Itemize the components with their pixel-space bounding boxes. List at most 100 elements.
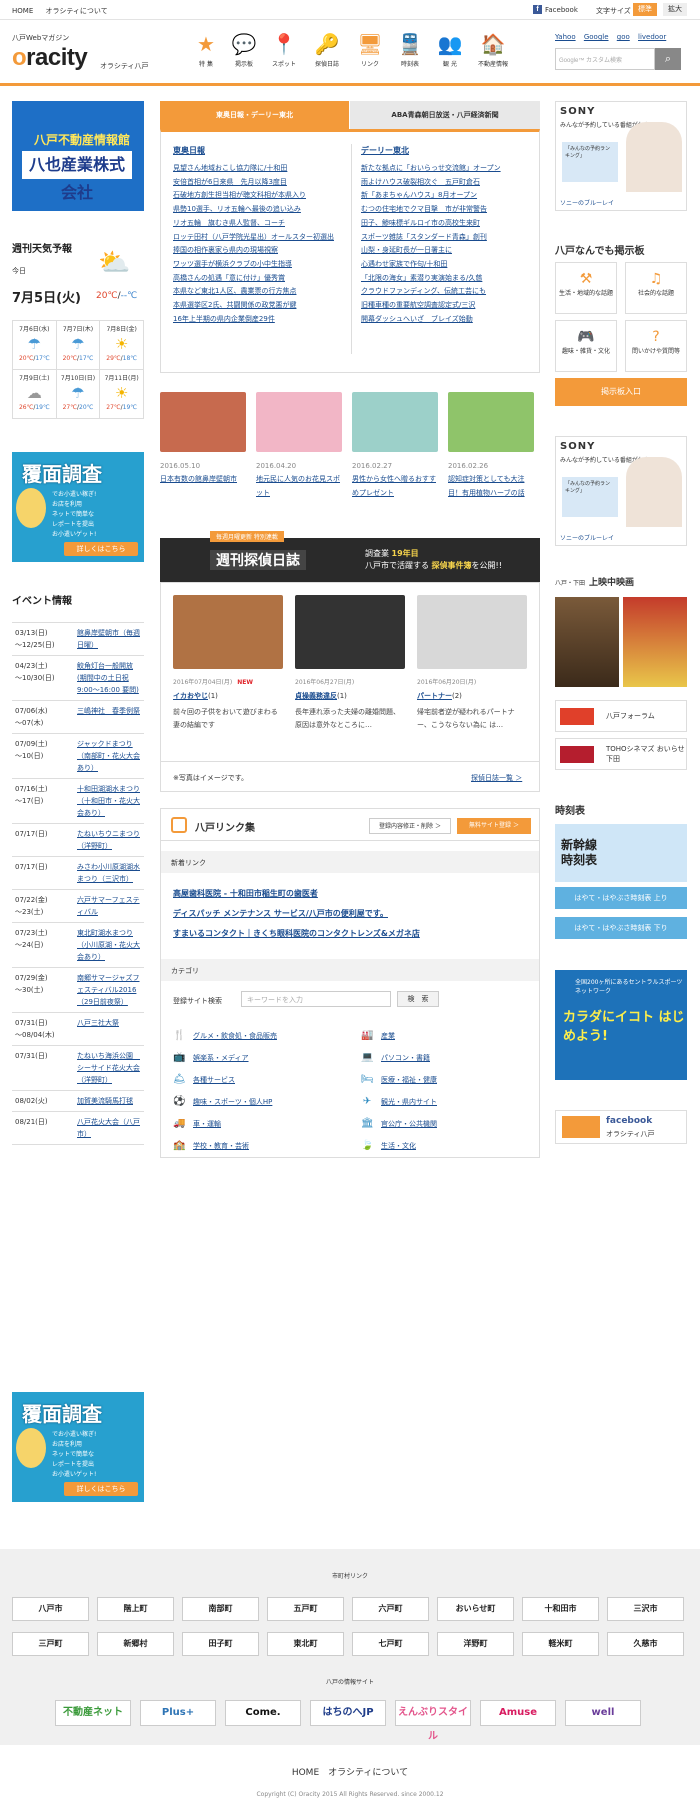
category-item[interactable]: 🛏 医療・福祉・健康 <box>361 1074 437 1085</box>
category-item[interactable]: 💻 パソコン・書籍 <box>361 1052 430 1063</box>
nav-tourism[interactable]: 👥 観 光 <box>431 31 469 68</box>
nav-detective[interactable]: 🔑 探偵日誌 <box>308 31 346 68</box>
event-link[interactable]: たねいちウニまつり（洋野町） <box>77 830 140 850</box>
event-link[interactable]: 加賀美流騎馬打毬 <box>77 1097 133 1105</box>
news-link[interactable]: 旧種車種の重要航空調査認定式/三沢 <box>361 299 531 313</box>
theater-toho[interactable]: TOHOシネマズ おいらせ下田 <box>555 738 687 770</box>
category-item[interactable]: ✈ 観光・県内サイト <box>361 1096 437 1107</box>
category-link[interactable]: グルメ・飲食処・食品販売 <box>193 1031 277 1041</box>
nav-bbs[interactable]: 💬 掲示板 <box>225 31 263 68</box>
city-link[interactable]: 十和田市 <box>522 1597 599 1621</box>
news-link[interactable]: 県勢10選手、リオ五輪へ最後の追い込み <box>173 203 343 217</box>
site-search-input[interactable]: キーワードを入力 <box>241 991 391 1007</box>
city-link[interactable]: 階上町 <box>97 1597 174 1621</box>
news-link[interactable]: ロッテ田村（八戸学院光星出）オールスター初選出 <box>173 231 343 245</box>
city-link[interactable]: 南部町 <box>182 1597 259 1621</box>
photo-caption[interactable]: 地元民に人気のお花見スポット <box>256 472 342 500</box>
survey-banner-2[interactable]: 覆面調査 でお小遣い稼ぎ! お店を利用 ネットで簡単な レポートを提出 お小遣いゲット!… <box>12 1392 144 1502</box>
shinkansen-timetable-image[interactable]: 新幹線 時刻表 <box>555 824 687 882</box>
event-link[interactable]: 十和田湖湖水まつり（十和田市・花火大会あり） <box>77 785 140 817</box>
detective-card[interactable]: 2016年07月04日(月) NEW イカおやじ(1) 前々回の子供をおいて遊びまわる… <box>173 595 283 732</box>
news-col-title[interactable]: デーリー東北 <box>361 145 531 156</box>
category-item[interactable]: 🚚 車・運輸 <box>173 1118 221 1129</box>
category-link[interactable]: 趣味・スポーツ・個人HP <box>193 1097 272 1107</box>
tab-toonippo[interactable]: 東奥日報・デーリー東北 <box>160 101 349 129</box>
news-link[interactable]: 新たな拠点に「おいらっせ交流館」オープン <box>361 162 531 176</box>
about-link[interactable]: オラシティについて <box>45 7 107 15</box>
survey-banner[interactable]: 覆面調査 でお小遣い稼ぎ! お店を利用 ネットで簡単な レポートを提出 お小遣いゲット!… <box>12 452 144 562</box>
info-site-link[interactable]: はちのへJP <box>310 1700 386 1726</box>
photo-article[interactable]: 2016.05.10 日本有数の館鼻岸壁朝市 <box>160 392 246 486</box>
nav-spot[interactable]: 📍 スポット <box>265 31 303 68</box>
bbs-life[interactable]: ⚒ 生活・地域的な話題 <box>555 262 617 314</box>
city-link[interactable]: 三沢市 <box>607 1597 684 1621</box>
info-site-link[interactable]: えんぶりスタイル <box>395 1700 471 1742</box>
photo-caption[interactable]: 認知症対策としても大注目！有用植物ハーブの話 <box>448 472 534 500</box>
font-standard-button[interactable]: 標準 <box>633 3 657 16</box>
photo-caption[interactable]: 日本有数の館鼻岸壁朝市 <box>160 472 246 486</box>
city-link[interactable]: 洋野町 <box>437 1632 514 1656</box>
event-link[interactable]: 東北町湖水まつり（小川原湖・花火大会あり） <box>77 929 140 961</box>
news-link[interactable]: 山梨・身延町長が一日署主に <box>361 244 531 258</box>
yahoo-link[interactable]: Yahoo <box>555 33 576 41</box>
event-link[interactable]: ジャックドまつり（南部町・花火大会あり） <box>77 740 140 772</box>
news-link[interactable]: むつの住宅地でクマ目撃 市が非常警告 <box>361 203 531 217</box>
category-link[interactable]: 生活・文化 <box>381 1141 416 1151</box>
nav-link[interactable]: 🖥 リンク <box>351 31 389 68</box>
theater-forum[interactable]: 八戸フォーラム <box>555 700 687 732</box>
news-link[interactable]: 石破地方創生担当相が聴文科相が本県入り <box>173 189 343 203</box>
movie-poster[interactable] <box>555 597 619 687</box>
news-link[interactable]: 見望さん地域おこし協力隊に/十和田 <box>173 162 343 176</box>
news-col-title[interactable]: 東奥日報 <box>173 145 343 156</box>
event-link[interactable]: 館鼻岸壁朝市（毎週日曜） <box>77 629 140 649</box>
detective-link[interactable]: パートナー <box>417 692 452 700</box>
photo-caption[interactable]: 男性から女性へ贈るおすすめプレゼント <box>352 472 438 500</box>
nav-timetable[interactable]: 🚆 時刻表 <box>391 31 429 68</box>
site-logo[interactable]: oracity <box>12 44 88 72</box>
edit-delete-button[interactable]: 登録内容修正・削除 ＞ <box>369 818 451 834</box>
bottom-nav[interactable]: HOME オラシティについて <box>0 1765 700 1778</box>
new-link[interactable]: ディスパッチ メンテナンス サービス/八戸市の便利屋です。 <box>173 904 420 924</box>
category-link[interactable]: 医療・福祉・健康 <box>381 1075 437 1085</box>
info-site-link[interactable]: Plus+ <box>140 1700 216 1726</box>
bbs-enter-button[interactable]: 掲示板入口 <box>555 378 687 406</box>
event-link[interactable]: 三嶋神社 春季例祭 <box>77 707 140 715</box>
news-link[interactable]: 捧国の相作裏家ら県内の現場視察 <box>173 244 343 258</box>
city-link[interactable]: 軽米町 <box>522 1632 599 1656</box>
banner-button[interactable]: 詳しくはこちら <box>64 1482 138 1496</box>
detective-card[interactable]: 2016年06月20日(月) パートナー(2) 帰宅前者逆が疑われるパートナー、こう… <box>417 595 527 732</box>
news-link[interactable]: 新「あまちゃんハウス」8月オープン <box>361 189 531 203</box>
banner-button[interactable]: 詳しくはこちら <box>64 542 138 556</box>
search-input[interactable]: Google™ カスタム検索 <box>555 48 655 70</box>
city-link[interactable]: 六戸町 <box>352 1597 429 1621</box>
category-link[interactable]: 娯楽系・メディア <box>193 1053 249 1063</box>
info-site-link[interactable]: Come. <box>225 1700 301 1726</box>
facebook-box[interactable]: facebook オラシティ八戸 <box>555 1110 687 1144</box>
news-link[interactable]: クラウドファンディング、伝統工芸にも <box>361 285 531 299</box>
timetable-down-button[interactable]: はやて・はやぶさ時刻表 下り <box>555 917 687 939</box>
bbs-hobby[interactable]: 🎮 趣味・雑貨・文化 <box>555 320 617 372</box>
category-item[interactable]: 🛎 各種サービス <box>173 1074 235 1085</box>
new-link[interactable]: すまいるコンタクト｜きくち眼科医院のコンタクトレンズ&メガネ店 <box>173 924 420 944</box>
goo-link[interactable]: goo <box>617 33 630 41</box>
city-link[interactable]: 五戸町 <box>267 1597 344 1621</box>
city-link[interactable]: 三戸町 <box>12 1632 89 1656</box>
news-link[interactable]: 雨よけハウス破裂相次ぐ 五戸町倉石 <box>361 176 531 190</box>
central-sports-ad[interactable]: 全国200ヶ所にあるセントラルスポーツネットワーク カラダにイコト はじめよう! <box>555 970 687 1080</box>
news-link[interactable]: リオ五輪 旗むき県人監督、コーチ <box>173 217 343 231</box>
city-link[interactable]: 八戸市 <box>12 1597 89 1621</box>
category-item[interactable]: 🏫 学校・教育・芸術 <box>173 1140 249 1151</box>
home-link[interactable]: HOME <box>12 7 33 15</box>
news-link[interactable]: 安倍首相が6日来県 先月以降3度目 <box>173 176 343 190</box>
category-link[interactable]: 学校・教育・芸術 <box>193 1141 249 1151</box>
event-link[interactable]: 六戸サマーフェスティバル <box>77 896 140 916</box>
event-link[interactable]: みさわ小川原湖湖水まつり（三沢市） <box>77 863 140 883</box>
tab-aba[interactable]: ABA青森朝日放送・八戸経済新聞 <box>350 101 540 129</box>
news-link[interactable]: スポーツ雑誌「スタンダード青森」創刊 <box>361 231 531 245</box>
detective-banner[interactable]: 毎週月曜更新 特別連載 週刊探偵日誌 調査業 19年目 八戸市で活躍する 探偵事… <box>160 531 540 582</box>
photo-article[interactable]: 2016.02.26 認知症対策としても大注目！有用植物ハーブの話 <box>448 392 534 500</box>
photo-article[interactable]: 2016.02.27 男性から女性へ贈るおすすめプレゼント <box>352 392 438 500</box>
category-item[interactable]: 📺 娯楽系・メディア <box>173 1052 249 1063</box>
detective-more-link[interactable]: 探偵日誌一覧 ＞ <box>471 773 522 783</box>
sony-ad[interactable]: SONY みんなが予約している番組がわかる 「みんなの予約ランキング」 ソニーの… <box>555 101 687 211</box>
